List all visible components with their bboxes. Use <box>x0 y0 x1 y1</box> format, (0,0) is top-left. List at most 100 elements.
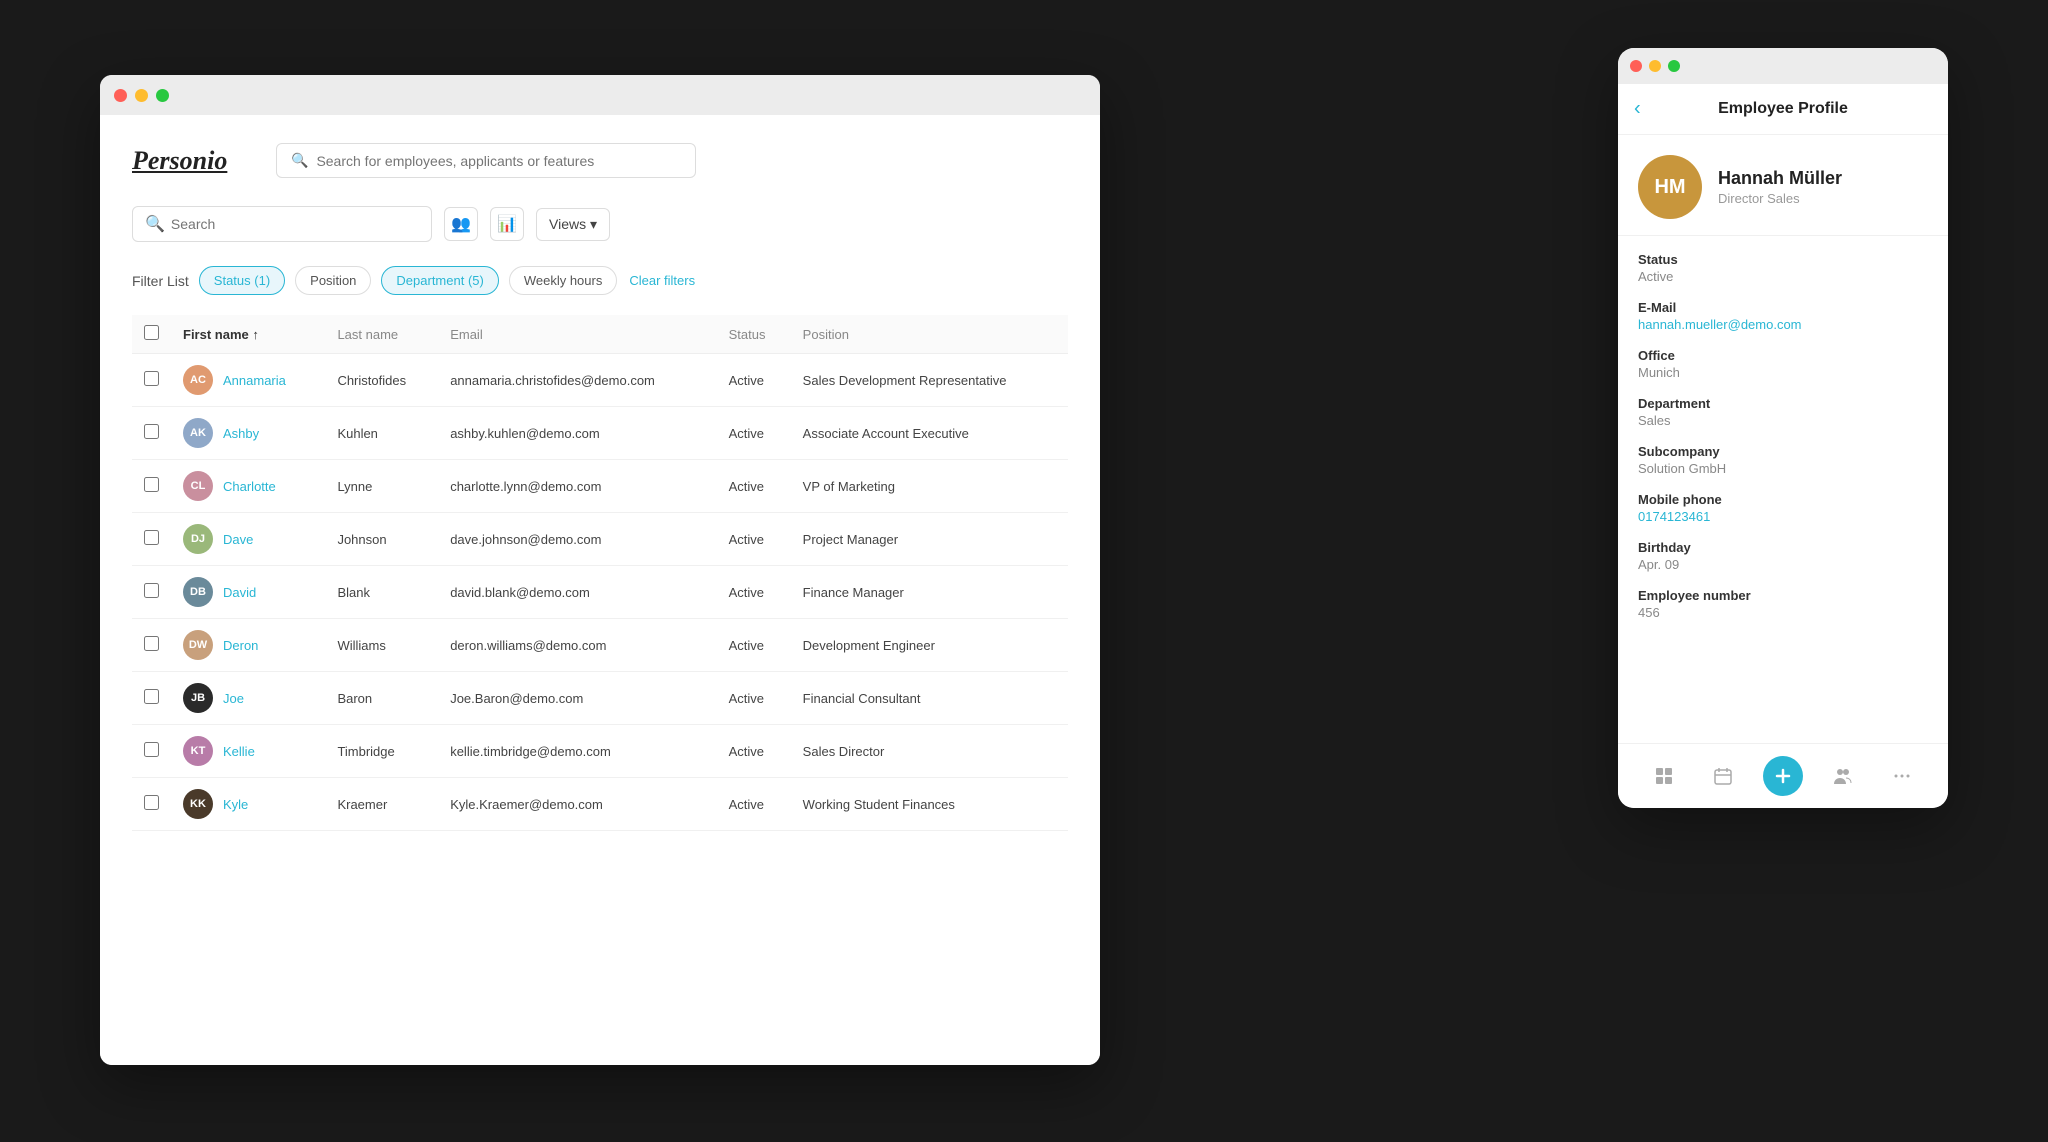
window-content: Personio 🔍 🔍 👥 📊 Views ▾ Filte <box>100 115 1100 1065</box>
views-label: Views ▾ <box>549 216 597 233</box>
select-all-checkbox[interactable] <box>144 325 159 340</box>
profile-panel-title: Employee Profile <box>1638 100 1928 118</box>
row-checkbox-cell[interactable] <box>132 672 171 725</box>
employee-name-link[interactable]: Kyle <box>223 797 248 812</box>
select-all-header[interactable] <box>132 315 171 354</box>
employee-name-link[interactable]: Joe <box>223 691 244 706</box>
employee-name-link[interactable]: Deron <box>223 638 258 653</box>
chart-icon: 📊 <box>497 214 517 234</box>
employee-name-link[interactable]: David <box>223 585 256 600</box>
global-search-bar[interactable]: 🔍 <box>276 143 696 178</box>
field-value[interactable]: 0174123461 <box>1638 509 1928 524</box>
employee-avatar: CL <box>183 471 213 501</box>
row-lastname-cell: Lynne <box>325 460 438 513</box>
row-lastname-cell: Johnson <box>325 513 438 566</box>
table-row: DB David Blank david.blank@demo.com Acti… <box>132 566 1068 619</box>
table-row: DW Deron Williams deron.williams@demo.co… <box>132 619 1068 672</box>
search-input[interactable] <box>171 216 419 232</box>
row-checkbox-cell[interactable] <box>132 354 171 407</box>
row-email-cell: ashby.kuhlen@demo.com <box>438 407 716 460</box>
views-button[interactable]: Views ▾ <box>536 208 610 241</box>
row-checkbox-cell[interactable] <box>132 566 171 619</box>
row-checkbox[interactable] <box>144 636 159 651</box>
filter-chip-weekly-hours[interactable]: Weekly hours <box>509 266 618 295</box>
maximize-button[interactable] <box>156 89 169 102</box>
row-checkbox[interactable] <box>144 689 159 704</box>
col-email[interactable]: Email <box>438 315 716 354</box>
row-checkbox[interactable] <box>144 371 159 386</box>
field-value: Active <box>1638 269 1928 284</box>
table-row: AC Annamaria Christofides annamaria.chri… <box>132 354 1068 407</box>
field-value: Munich <box>1638 365 1928 380</box>
row-status-cell: Active <box>717 513 791 566</box>
table-row: KT Kellie Timbridge kellie.timbridge@dem… <box>132 725 1068 778</box>
row-status-cell: Active <box>717 407 791 460</box>
employee-name-link[interactable]: Charlotte <box>223 479 276 494</box>
profile-maximize-button[interactable] <box>1668 60 1680 72</box>
row-firstname-cell: DW Deron <box>171 619 325 672</box>
minimize-button[interactable] <box>135 89 148 102</box>
profile-job-title: Director Sales <box>1718 191 1842 206</box>
employee-avatar: DJ <box>183 524 213 554</box>
row-checkbox[interactable] <box>144 795 159 810</box>
table-row: AK Ashby Kuhlen ashby.kuhlen@demo.com Ac… <box>132 407 1068 460</box>
row-checkbox[interactable] <box>144 583 159 598</box>
profile-nav-more[interactable] <box>1882 756 1922 796</box>
close-button[interactable] <box>114 89 127 102</box>
filter-row: Filter List Status (1) Position Departme… <box>132 266 1068 295</box>
row-status-cell: Active <box>717 619 791 672</box>
employee-name-link[interactable]: Dave <box>223 532 253 547</box>
row-checkbox[interactable] <box>144 742 159 757</box>
col-status[interactable]: Status <box>717 315 791 354</box>
row-firstname-cell: DJ Dave <box>171 513 325 566</box>
row-checkbox-cell[interactable] <box>132 407 171 460</box>
row-checkbox[interactable] <box>144 424 159 439</box>
row-lastname-cell: Williams <box>325 619 438 672</box>
profile-minimize-button[interactable] <box>1649 60 1661 72</box>
employee-avatar: DB <box>183 577 213 607</box>
filter-list-label: Filter List <box>132 273 189 289</box>
profile-close-button[interactable] <box>1630 60 1642 72</box>
row-email-cell: dave.johnson@demo.com <box>438 513 716 566</box>
profile-nav-grid[interactable] <box>1644 756 1684 796</box>
row-checkbox-cell[interactable] <box>132 778 171 831</box>
employee-search-bar[interactable]: 🔍 <box>132 206 432 242</box>
filter-chip-position[interactable]: Position <box>295 266 371 295</box>
filter-chip-status[interactable]: Status (1) <box>199 266 285 295</box>
profile-nav-calendar[interactable] <box>1703 756 1743 796</box>
employee-group-icon-btn[interactable]: 👥 <box>444 207 478 241</box>
employee-name-link[interactable]: Kellie <box>223 744 255 759</box>
profile-name-block: Hannah Müller Director Sales <box>1718 168 1842 206</box>
row-status-cell: Active <box>717 460 791 513</box>
row-checkbox[interactable] <box>144 530 159 545</box>
row-lastname-cell: Christofides <box>325 354 438 407</box>
chart-icon-btn[interactable]: 📊 <box>490 207 524 241</box>
employee-name-link[interactable]: Annamaria <box>223 373 286 388</box>
row-firstname-cell: CL Charlotte <box>171 460 325 513</box>
profile-nav-add[interactable] <box>1763 756 1803 796</box>
col-position[interactable]: Position <box>791 315 1068 354</box>
employee-avatar: DW <box>183 630 213 660</box>
row-checkbox-cell[interactable] <box>132 460 171 513</box>
profile-nav-people[interactable] <box>1823 756 1863 796</box>
global-search-input[interactable] <box>316 153 681 169</box>
col-lastname[interactable]: Last name <box>325 315 438 354</box>
row-email-cell: annamaria.christofides@demo.com <box>438 354 716 407</box>
toolbar-row: 🔍 👥 📊 Views ▾ <box>132 206 1068 242</box>
search-icon: 🔍 <box>145 214 165 234</box>
field-value[interactable]: hannah.mueller@demo.com <box>1638 317 1928 332</box>
clear-filters-button[interactable]: Clear filters <box>627 267 697 294</box>
table-row: CL Charlotte Lynne charlotte.lynn@demo.c… <box>132 460 1068 513</box>
filter-chip-department[interactable]: Department (5) <box>381 266 498 295</box>
main-window: Personio 🔍 🔍 👥 📊 Views ▾ Filte <box>100 75 1100 1065</box>
back-button[interactable]: ‹ <box>1634 98 1641 121</box>
col-firstname[interactable]: First name ↑ <box>171 315 325 354</box>
row-position-cell: Associate Account Executive <box>791 407 1068 460</box>
row-checkbox-cell[interactable] <box>132 513 171 566</box>
row-checkbox-cell[interactable] <box>132 725 171 778</box>
employee-name-link[interactable]: Ashby <box>223 426 259 441</box>
row-checkbox[interactable] <box>144 477 159 492</box>
app-logo: Personio <box>132 146 252 176</box>
employee-avatar: KK <box>183 789 213 819</box>
row-checkbox-cell[interactable] <box>132 619 171 672</box>
